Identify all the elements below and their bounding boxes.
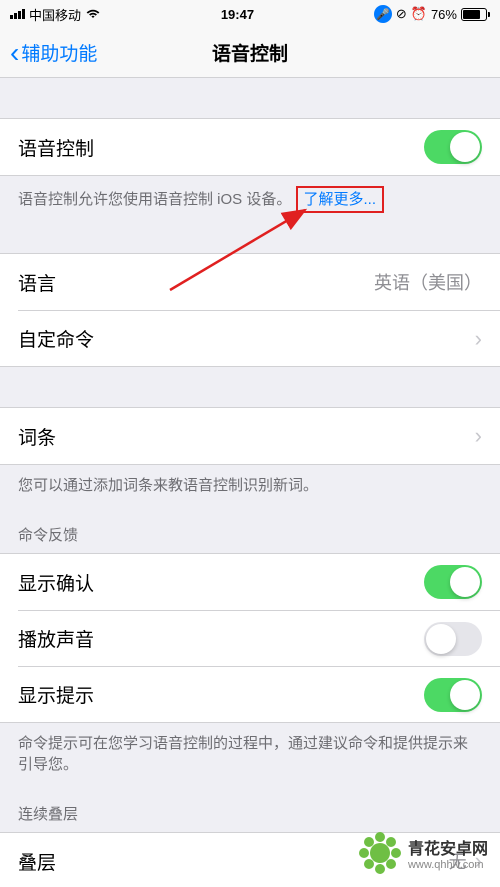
- command-feedback-group: 显示确认 播放声音 显示提示: [0, 553, 500, 723]
- back-label: 辅助功能: [21, 39, 97, 66]
- back-chevron-icon: ‹: [10, 39, 19, 67]
- show-hints-label: 显示提示: [18, 681, 94, 708]
- nav-bar: ‹ 辅助功能 语音控制: [0, 28, 500, 78]
- voice-control-label: 语音控制: [18, 134, 94, 161]
- watermark-url: www.qhhlv.com: [408, 859, 488, 871]
- watermark: 青花安卓网 www.qhhlv.com: [358, 831, 488, 875]
- vocabulary-group: 词条 ›: [0, 407, 500, 465]
- vocabulary-cell[interactable]: 词条 ›: [0, 408, 500, 464]
- status-left: 中国移动: [10, 5, 101, 24]
- battery-icon: [461, 8, 490, 21]
- command-feedback-header: 命令反馈: [0, 506, 500, 553]
- voice-control-footer: 语音控制允许您使用语音控制 iOS 设备。 了解更多...: [0, 176, 500, 223]
- language-group: 语言 英语（美国） 自定命令 ›: [0, 253, 500, 367]
- learn-more-highlight: 了解更多...: [296, 186, 385, 213]
- show-confirm-toggle[interactable]: [424, 565, 482, 599]
- custom-commands-cell[interactable]: 自定命令 ›: [18, 310, 500, 366]
- status-time: 19:47: [221, 7, 254, 22]
- custom-commands-label: 自定命令: [18, 325, 94, 352]
- chevron-right-icon: ›: [475, 326, 482, 352]
- mic-icon: 🎤: [374, 5, 392, 23]
- show-confirm-cell[interactable]: 显示确认: [0, 554, 500, 610]
- play-sound-cell[interactable]: 播放声音: [18, 610, 500, 666]
- show-confirm-label: 显示确认: [18, 569, 94, 596]
- play-sound-toggle[interactable]: [424, 622, 482, 656]
- carrier-label: 中国移动: [29, 5, 81, 24]
- vocabulary-footer: 您可以通过添加词条来教语音控制识别新词。: [0, 465, 500, 506]
- language-label: 语言: [18, 269, 56, 296]
- overlay-label: 叠层: [18, 848, 56, 875]
- language-value: 英语（美国）: [374, 269, 482, 295]
- play-sound-label: 播放声音: [18, 625, 94, 652]
- voice-control-cell[interactable]: 语音控制: [0, 119, 500, 175]
- status-bar: 中国移动 19:47 🎤 ⊘ ⏰ 76%: [0, 0, 500, 28]
- battery-percent: 76%: [431, 7, 457, 22]
- overlay-header: 连续叠层: [0, 785, 500, 832]
- voice-control-toggle[interactable]: [424, 130, 482, 164]
- nav-title: 语音控制: [212, 39, 288, 66]
- status-right: 🎤 ⊘ ⏰ 76%: [374, 5, 490, 23]
- vocabulary-label: 词条: [18, 423, 56, 450]
- back-button[interactable]: ‹ 辅助功能: [10, 39, 97, 67]
- alarm-icon: ⏰: [411, 6, 427, 22]
- content: 语音控制 语音控制允许您使用语音控制 iOS 设备。 了解更多... 语言 英语…: [0, 78, 500, 887]
- show-hints-toggle[interactable]: [424, 678, 482, 712]
- signal-icon: [10, 9, 25, 19]
- show-hints-cell[interactable]: 显示提示: [18, 666, 500, 722]
- learn-more-link[interactable]: 了解更多...: [304, 191, 377, 208]
- wifi-icon: [85, 8, 101, 20]
- chevron-right-icon: ›: [475, 423, 482, 449]
- watermark-logo-icon: [358, 831, 402, 875]
- watermark-title: 青花安卓网: [408, 835, 488, 859]
- command-feedback-footer: 命令提示可在您学习语音控制的过程中，通过建议命令和提供提示来引导您。: [0, 723, 500, 785]
- voice-control-group: 语音控制: [0, 118, 500, 176]
- language-cell[interactable]: 语言 英语（美国）: [0, 254, 500, 310]
- lock-icon: ⊘: [396, 6, 407, 22]
